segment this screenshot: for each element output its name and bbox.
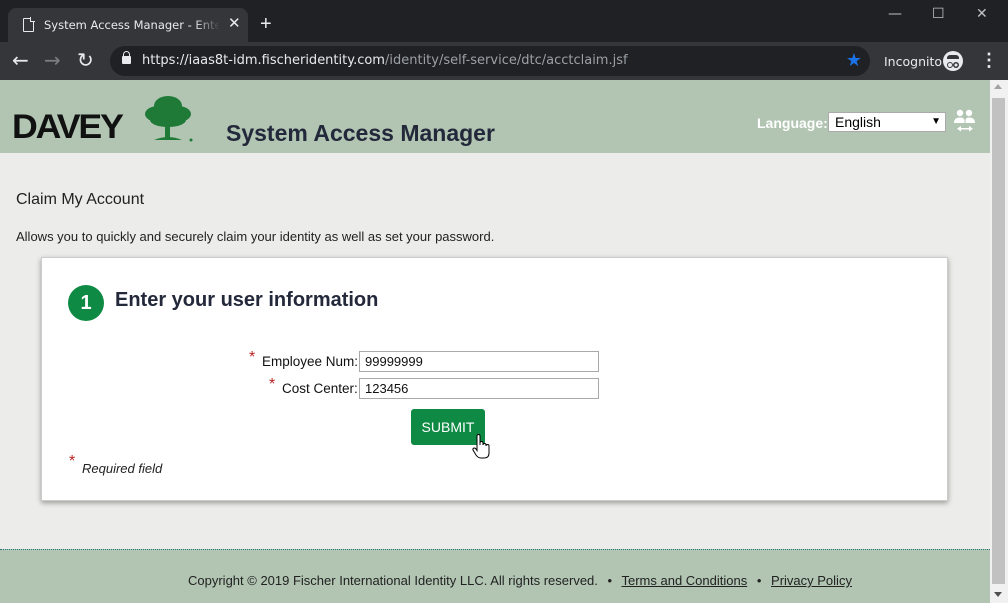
- required-field-text: Required field: [82, 461, 163, 476]
- url-text[interactable]: https://iaas8t-idm.fischeridentity.com/i…: [142, 53, 628, 68]
- hand-cursor-icon: [472, 434, 490, 459]
- site-footer: Copyright © 2019 Fischer International I…: [0, 549, 990, 603]
- tab-strip: System Access Manager - Enter your user …: [0, 0, 1008, 42]
- switch-user-icon[interactable]: [953, 108, 977, 134]
- reload-icon[interactable]: ↻: [77, 50, 94, 70]
- window-close-icon[interactable]: ✕: [976, 6, 988, 22]
- page-icon: [23, 17, 35, 32]
- cost-center-input[interactable]: [359, 378, 599, 399]
- dropdown-arrow-icon: ▼: [931, 116, 941, 127]
- tree-logo-icon: [145, 96, 193, 142]
- app-title: System Access Manager: [226, 120, 495, 146]
- site-header: DAVEY System Access Manager Language: En…: [0, 80, 990, 153]
- browser-chrome: System Access Manager - Enter your user …: [0, 0, 1008, 80]
- cost-center-label: Cost Center:: [282, 381, 358, 396]
- required-asterisk: *: [249, 349, 256, 366]
- page-viewport: DAVEY System Access Manager Language: En…: [0, 80, 990, 603]
- required-asterisk: *: [269, 376, 276, 393]
- footer-content: Copyright © 2019 Fischer International I…: [188, 573, 852, 588]
- employee-num-label: Employee Num:: [262, 354, 359, 369]
- url-path: /identity/self-service/dtc/acctclaim.jsf: [384, 53, 628, 68]
- privacy-link[interactable]: Privacy Policy: [771, 573, 852, 588]
- vertical-scrollbar[interactable]: [990, 80, 1008, 603]
- step-title: Enter your user information: [115, 289, 379, 311]
- required-asterisk: *: [69, 453, 76, 470]
- copyright-text: Copyright © 2019 Fischer International I…: [188, 573, 598, 588]
- browser-toolbar: ← → ↻ https://iaas8t-idm.fischeridentity…: [0, 42, 1008, 80]
- back-icon[interactable]: ←: [12, 50, 29, 70]
- terms-link[interactable]: Terms and Conditions: [621, 573, 747, 588]
- separator: •: [756, 573, 762, 588]
- scroll-down-arrow-icon[interactable]: [994, 592, 1002, 597]
- page-description: Allows you to quickly and securely claim…: [16, 229, 495, 244]
- davey-logo-text: DAVEY: [12, 108, 124, 146]
- scroll-up-arrow-icon[interactable]: [994, 84, 1002, 89]
- separator: •: [607, 573, 613, 588]
- language-selected-value: English: [835, 114, 881, 130]
- tab-close-icon[interactable]: ✕: [228, 16, 241, 32]
- address-bar[interactable]: https://iaas8t-idm.fischeridentity.com/i…: [110, 46, 870, 76]
- browser-tab[interactable]: System Access Manager - Enter your user …: [8, 8, 248, 42]
- browser-menu-icon[interactable]: ⋮: [980, 51, 998, 69]
- step-number-badge: 1: [68, 285, 104, 321]
- minimize-icon[interactable]: —: [888, 6, 902, 22]
- lock-icon: [122, 51, 131, 64]
- page-title: Claim My Account: [16, 191, 145, 208]
- incognito-icon[interactable]: [943, 51, 963, 71]
- incognito-label: Incognito: [884, 54, 943, 69]
- employee-num-input[interactable]: [359, 351, 599, 372]
- new-tab-icon[interactable]: +: [260, 14, 272, 34]
- maximize-icon[interactable]: ☐: [932, 6, 945, 22]
- url-host: https://iaas8t-idm.fischeridentity.com: [142, 53, 385, 68]
- tab-title: System Access Manager - Enter your user …: [44, 18, 220, 32]
- language-select[interactable]: English ▼: [828, 112, 946, 132]
- language-label: Language:: [757, 115, 828, 131]
- user-info-card: 1 Enter your user information * Employee…: [41, 257, 948, 501]
- forward-icon[interactable]: →: [44, 50, 61, 70]
- bookmark-star-icon[interactable]: ★: [846, 50, 862, 71]
- scroll-thumb[interactable]: [992, 98, 1005, 584]
